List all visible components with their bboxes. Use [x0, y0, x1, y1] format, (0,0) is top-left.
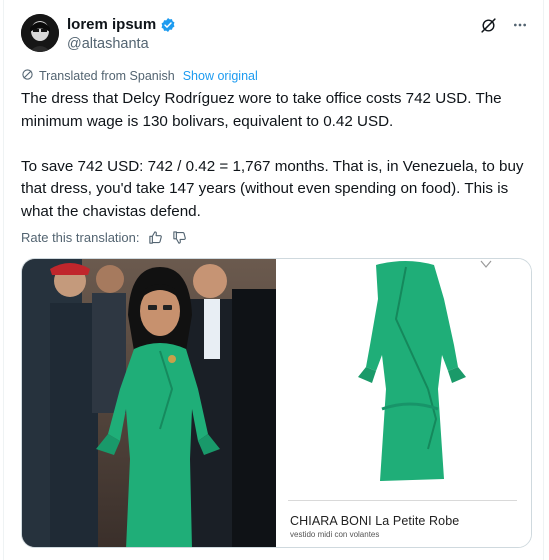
- handle[interactable]: @altashanta: [67, 36, 149, 52]
- grok-icon[interactable]: [479, 16, 497, 34]
- product-divider: [288, 500, 517, 501]
- translate-icon: [21, 68, 34, 84]
- product-subtitle: vestido midi con volantes: [290, 530, 380, 539]
- photo-green-dress-woman[interactable]: [22, 259, 276, 547]
- photo-product-dress[interactable]: CHIARA BONI La Petite Robe vestido midi …: [276, 259, 531, 547]
- product-brand: CHIARA BONI La Petite Robe: [290, 514, 460, 528]
- verified-badge-icon: [160, 17, 176, 33]
- thumbs-up-icon[interactable]: [148, 229, 164, 245]
- media-gallery[interactable]: CHIARA BONI La Petite Robe vestido midi …: [21, 258, 532, 548]
- more-icon[interactable]: [511, 16, 529, 34]
- tweet-card[interactable]: lorem ipsum @altashanta Translated from …: [3, 0, 544, 560]
- tweet-text: The dress that Delcy Rodríguez wore to t…: [21, 90, 524, 220]
- display-name[interactable]: lorem ipsum: [67, 16, 156, 33]
- rate-translation: Rate this translation:: [21, 229, 188, 245]
- translation-notice: Translated from Spanish Show original: [21, 68, 258, 84]
- translation-label: Translated from Spanish: [39, 69, 175, 83]
- thumbs-down-icon[interactable]: [172, 229, 188, 245]
- show-original-link[interactable]: Show original: [183, 69, 258, 83]
- rate-translation-label: Rate this translation:: [21, 229, 140, 245]
- avatar[interactable]: [21, 14, 59, 52]
